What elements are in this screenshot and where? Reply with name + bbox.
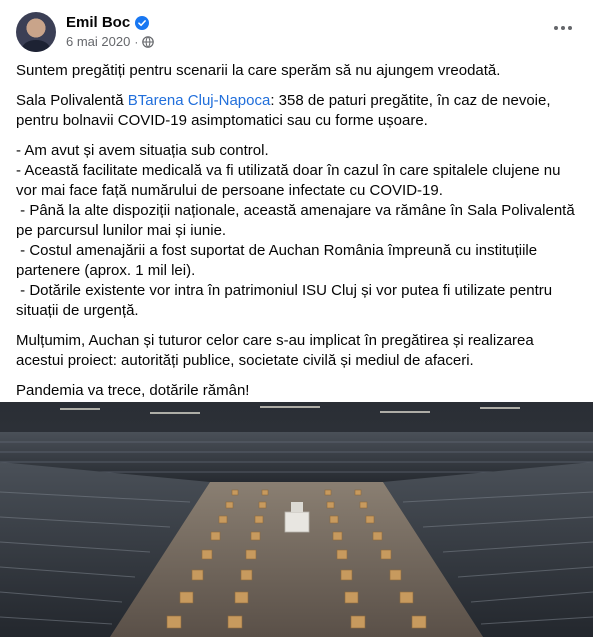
arena-photo-illustration [0, 402, 593, 637]
bullet-line: - Această facilitate medicală va fi util… [16, 162, 565, 199]
post-photo[interactable] [0, 402, 593, 637]
post-paragraph-4: Mulțumim, Auchan și tuturor celor care s… [16, 332, 534, 369]
post-text: Suntem pregătiți pentru scenarii la care… [16, 61, 578, 411]
post-paragraph-1: Suntem pregătiți pentru scenarii la care… [16, 62, 501, 79]
post-meta: 6 mai 2020 · [66, 34, 155, 49]
more-options-icon[interactable] [549, 18, 577, 38]
globe-icon[interactable] [142, 35, 155, 48]
author-avatar[interactable] [16, 12, 56, 52]
btarena-link[interactable]: BTarena Cluj-Napoca [128, 92, 271, 109]
author-name[interactable]: Emil Boc [66, 14, 130, 31]
paragraph-2-prefix: Sala Polivalentă [16, 92, 128, 109]
meta-separator: · [134, 34, 139, 49]
bullet-line: - Costul amenajării a fost suportat de A… [16, 242, 542, 279]
bullet-line: - Am avut și avem situația sub control. [16, 142, 269, 159]
post-date[interactable]: 6 mai 2020 [66, 34, 130, 49]
facebook-post: Emil Boc 6 mai 2020 · Suntem pregătiți p… [0, 0, 593, 637]
bullet-line: - Dotările existente vor intra în patrim… [16, 282, 557, 319]
author-name-row: Emil Boc [66, 14, 150, 31]
bullet-line: - Până la alte dispoziții naționale, ace… [16, 202, 579, 239]
post-paragraph-5: Pandemia va trece, dotările rămân! [16, 382, 250, 399]
post-bullet-list: - Am avut și avem situația sub control. … [16, 141, 578, 321]
post-header: Emil Boc 6 mai 2020 · [16, 12, 577, 54]
post-paragraph-2: Sala Polivalentă BTarena Cluj-Napoca: 35… [16, 91, 578, 131]
verified-badge-icon [135, 15, 150, 30]
